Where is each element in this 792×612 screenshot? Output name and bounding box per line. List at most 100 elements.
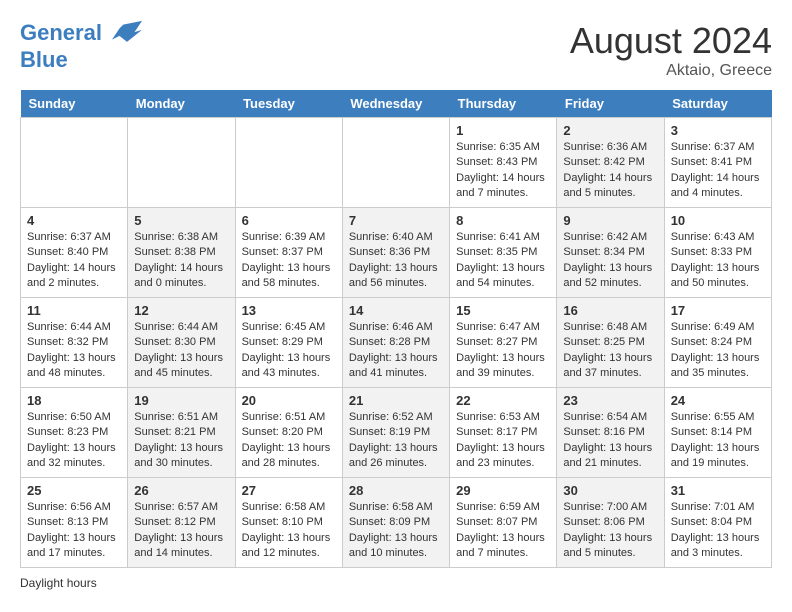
day-info: Sunrise: 7:01 AM Sunset: 8:04 PM Dayligh… [671, 500, 765, 562]
calendar-cell: 31 Sunrise: 7:01 AM Sunset: 8:04 PM Dayli… [664, 478, 771, 568]
calendar-cell: 4 Sunrise: 6:37 AM Sunset: 8:40 PM Daylig… [21, 208, 128, 298]
month-title: August 2024 [570, 20, 772, 62]
calendar-cell: 9 Sunrise: 6:42 AM Sunset: 8:34 PM Daylig… [557, 208, 664, 298]
day-info: Sunrise: 6:59 AM Sunset: 8:07 PM Dayligh… [456, 500, 550, 562]
day-info: Sunrise: 6:54 AM Sunset: 8:16 PM Dayligh… [563, 410, 657, 472]
day-info: Sunrise: 6:50 AM Sunset: 8:23 PM Dayligh… [27, 410, 121, 472]
day-number: 10 [671, 213, 765, 228]
calendar-cell: 14 Sunrise: 6:46 AM Sunset: 8:28 PM Dayli… [342, 298, 449, 388]
page-header: General Blue August 2024 Aktaio, Greece [20, 20, 772, 80]
day-info: Sunrise: 6:43 AM Sunset: 8:33 PM Dayligh… [671, 230, 765, 292]
day-number: 17 [671, 303, 765, 318]
calendar-cell: 2 Sunrise: 6:36 AM Sunset: 8:42 PM Daylig… [557, 118, 664, 208]
calendar-cell: 12 Sunrise: 6:44 AM Sunset: 8:30 PM Dayli… [128, 298, 235, 388]
day-number: 12 [134, 303, 228, 318]
calendar-cell: 15 Sunrise: 6:47 AM Sunset: 8:27 PM Dayli… [450, 298, 557, 388]
calendar-cell: 30 Sunrise: 7:00 AM Sunset: 8:06 PM Dayli… [557, 478, 664, 568]
calendar-cell: 1Sunrise: 6:35 AM Sunset: 8:43 PM Daylig… [450, 118, 557, 208]
day-number: 7 [349, 213, 443, 228]
calendar-cell [342, 118, 449, 208]
day-info: Sunrise: 6:42 AM Sunset: 8:34 PM Dayligh… [563, 230, 657, 292]
day-number: 30 [563, 483, 657, 498]
day-number: 2 [563, 123, 657, 138]
calendar-cell: 10 Sunrise: 6:43 AM Sunset: 8:33 PM Dayli… [664, 208, 771, 298]
day-number: 14 [349, 303, 443, 318]
day-number: 29 [456, 483, 550, 498]
day-info: Sunrise: 6:51 AM Sunset: 8:20 PM Dayligh… [242, 410, 336, 472]
calendar-cell: 11 Sunrise: 6:44 AM Sunset: 8:32 PM Dayli… [21, 298, 128, 388]
day-number: 27 [242, 483, 336, 498]
column-header-wednesday: Wednesday [342, 90, 449, 118]
calendar-cell [235, 118, 342, 208]
day-info: Sunrise: 6:47 AM Sunset: 8:27 PM Dayligh… [456, 320, 550, 382]
day-number: 8 [456, 213, 550, 228]
day-info: Sunrise: 6:57 AM Sunset: 8:12 PM Dayligh… [134, 500, 228, 562]
day-number: 9 [563, 213, 657, 228]
day-number: 22 [456, 393, 550, 408]
calendar-table: SundayMondayTuesdayWednesdayThursdayFrid… [20, 90, 772, 568]
day-number: 31 [671, 483, 765, 498]
day-number: 23 [563, 393, 657, 408]
day-number: 1 [456, 123, 550, 138]
day-info: Sunrise: 6:41 AM Sunset: 8:35 PM Dayligh… [456, 230, 550, 292]
calendar-cell: 21 Sunrise: 6:52 AM Sunset: 8:19 PM Dayli… [342, 388, 449, 478]
calendar-cell: 19 Sunrise: 6:51 AM Sunset: 8:21 PM Dayli… [128, 388, 235, 478]
day-info: Sunrise: 6:38 AM Sunset: 8:38 PM Dayligh… [134, 230, 228, 292]
day-info: Sunrise: 6:37 AM Sunset: 8:40 PM Dayligh… [27, 230, 121, 292]
calendar-cell: 17 Sunrise: 6:49 AM Sunset: 8:24 PM Dayli… [664, 298, 771, 388]
calendar-cell [128, 118, 235, 208]
day-info: Sunrise: 6:45 AM Sunset: 8:29 PM Dayligh… [242, 320, 336, 382]
title-block: August 2024 Aktaio, Greece [570, 20, 772, 80]
calendar-cell: 7 Sunrise: 6:40 AM Sunset: 8:36 PM Daylig… [342, 208, 449, 298]
column-header-thursday: Thursday [450, 90, 557, 118]
day-info: Sunrise: 6:46 AM Sunset: 8:28 PM Dayligh… [349, 320, 443, 382]
footer-note: Daylight hours [20, 576, 772, 590]
calendar-cell: 28Sunrise: 6:58 AM Sunset: 8:09 PM Dayli… [342, 478, 449, 568]
calendar-cell: 23 Sunrise: 6:54 AM Sunset: 8:16 PM Dayli… [557, 388, 664, 478]
day-info: Sunrise: 6:55 AM Sunset: 8:14 PM Dayligh… [671, 410, 765, 472]
day-info: Sunrise: 6:48 AM Sunset: 8:25 PM Dayligh… [563, 320, 657, 382]
day-number: 4 [27, 213, 121, 228]
day-number: 13 [242, 303, 336, 318]
day-number: 16 [563, 303, 657, 318]
column-header-sunday: Sunday [21, 90, 128, 118]
day-number: 21 [349, 393, 443, 408]
day-number: 25 [27, 483, 121, 498]
day-number: 18 [27, 393, 121, 408]
calendar-cell: 18 Sunrise: 6:50 AM Sunset: 8:23 PM Dayli… [21, 388, 128, 478]
calendar-cell: 27Sunrise: 6:58 AM Sunset: 8:10 PM Dayli… [235, 478, 342, 568]
day-info: Sunrise: 6:40 AM Sunset: 8:36 PM Dayligh… [349, 230, 443, 292]
logo-text: General Blue [20, 20, 142, 72]
day-info: Sunrise: 6:56 AM Sunset: 8:13 PM Dayligh… [27, 500, 121, 562]
calendar-cell: 29 Sunrise: 6:59 AM Sunset: 8:07 PM Dayli… [450, 478, 557, 568]
day-number: 26 [134, 483, 228, 498]
day-number: 19 [134, 393, 228, 408]
column-header-saturday: Saturday [664, 90, 771, 118]
column-header-tuesday: Tuesday [235, 90, 342, 118]
day-number: 11 [27, 303, 121, 318]
column-header-friday: Friday [557, 90, 664, 118]
day-info: Sunrise: 6:51 AM Sunset: 8:21 PM Dayligh… [134, 410, 228, 472]
day-info: Sunrise: 6:39 AM Sunset: 8:37 PM Dayligh… [242, 230, 336, 292]
day-info: Sunrise: 6:37 AM Sunset: 8:41 PM Dayligh… [671, 140, 765, 202]
day-info: Sunrise: 6:44 AM Sunset: 8:32 PM Dayligh… [27, 320, 121, 382]
day-info: Sunrise: 6:36 AM Sunset: 8:42 PM Dayligh… [563, 140, 657, 202]
calendar-cell: 22 Sunrise: 6:53 AM Sunset: 8:17 PM Dayli… [450, 388, 557, 478]
column-header-monday: Monday [128, 90, 235, 118]
day-info: Sunrise: 6:53 AM Sunset: 8:17 PM Dayligh… [456, 410, 550, 472]
day-info: Sunrise: 6:52 AM Sunset: 8:19 PM Dayligh… [349, 410, 443, 472]
day-number: 5 [134, 213, 228, 228]
day-info: Sunrise: 6:49 AM Sunset: 8:24 PM Dayligh… [671, 320, 765, 382]
calendar-cell: 20Sunrise: 6:51 AM Sunset: 8:20 PM Dayli… [235, 388, 342, 478]
calendar-cell: 26 Sunrise: 6:57 AM Sunset: 8:12 PM Dayli… [128, 478, 235, 568]
calendar-cell: 24Sunrise: 6:55 AM Sunset: 8:14 PM Dayli… [664, 388, 771, 478]
day-number: 15 [456, 303, 550, 318]
calendar-cell: 16 Sunrise: 6:48 AM Sunset: 8:25 PM Dayli… [557, 298, 664, 388]
calendar-cell: 3Sunrise: 6:37 AM Sunset: 8:41 PM Daylig… [664, 118, 771, 208]
day-info: Sunrise: 7:00 AM Sunset: 8:06 PM Dayligh… [563, 500, 657, 562]
calendar-cell: 8 Sunrise: 6:41 AM Sunset: 8:35 PM Daylig… [450, 208, 557, 298]
day-info: Sunrise: 6:44 AM Sunset: 8:30 PM Dayligh… [134, 320, 228, 382]
calendar-cell: 6Sunrise: 6:39 AM Sunset: 8:37 PM Daylig… [235, 208, 342, 298]
logo: General Blue [20, 20, 142, 72]
calendar-cell: 5 Sunrise: 6:38 AM Sunset: 8:38 PM Daylig… [128, 208, 235, 298]
